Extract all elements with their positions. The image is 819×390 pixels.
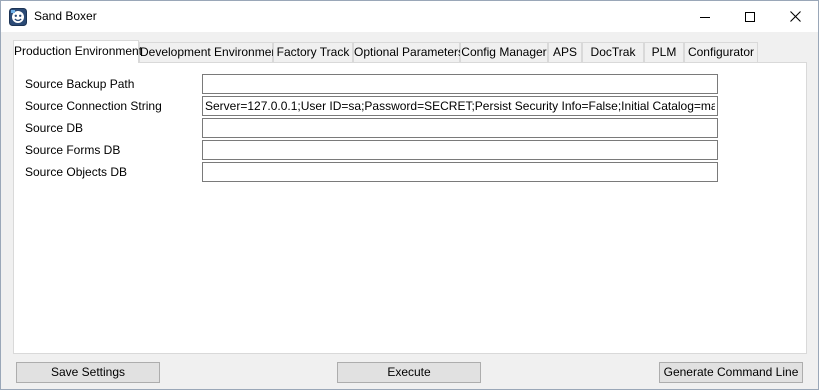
close-icon (790, 11, 801, 22)
source-db-input[interactable] (202, 118, 718, 138)
app-window: Sand Boxer Production Environment Develo… (0, 0, 819, 390)
tab-factory-track[interactable]: Factory Track (273, 42, 353, 62)
source-backup-path-label: Source Backup Path (25, 77, 135, 91)
tab-config-manager[interactable]: Config Manager (460, 42, 548, 62)
close-button[interactable] (773, 1, 818, 32)
title-bar: Sand Boxer (1, 1, 818, 32)
save-settings-button[interactable]: Save Settings (16, 362, 160, 383)
tab-development-environment[interactable]: Development Environment (139, 42, 281, 62)
source-connection-string-label: Source Connection String (25, 99, 162, 113)
maximize-button[interactable] (727, 1, 772, 32)
tab-aps[interactable]: APS (548, 42, 582, 62)
source-objects-db-label: Source Objects DB (25, 165, 128, 179)
tab-optional-parameters[interactable]: Optional Parameters (353, 42, 464, 62)
source-objects-db-input[interactable] (202, 162, 718, 182)
minimize-icon (699, 16, 710, 18)
app-logo-icon (9, 8, 27, 26)
tab-doctrak[interactable]: DocTrak (582, 42, 644, 62)
tab-plm[interactable]: PLM (644, 42, 684, 62)
source-connection-string-input[interactable] (202, 96, 718, 116)
tab-production-environment[interactable]: Production Environment (13, 40, 142, 63)
minimize-button[interactable] (682, 1, 727, 32)
source-forms-db-input[interactable] (202, 140, 718, 160)
window-title: Sand Boxer (34, 9, 97, 23)
execute-button[interactable]: Execute (337, 362, 481, 383)
tab-configurator[interactable]: Configurator (684, 42, 758, 62)
source-backup-path-input[interactable] (202, 74, 718, 94)
generate-command-line-button[interactable]: Generate Command Line (659, 362, 803, 383)
source-db-label: Source DB (25, 121, 84, 135)
maximize-icon (744, 11, 755, 22)
source-forms-db-label: Source Forms DB (25, 143, 121, 157)
